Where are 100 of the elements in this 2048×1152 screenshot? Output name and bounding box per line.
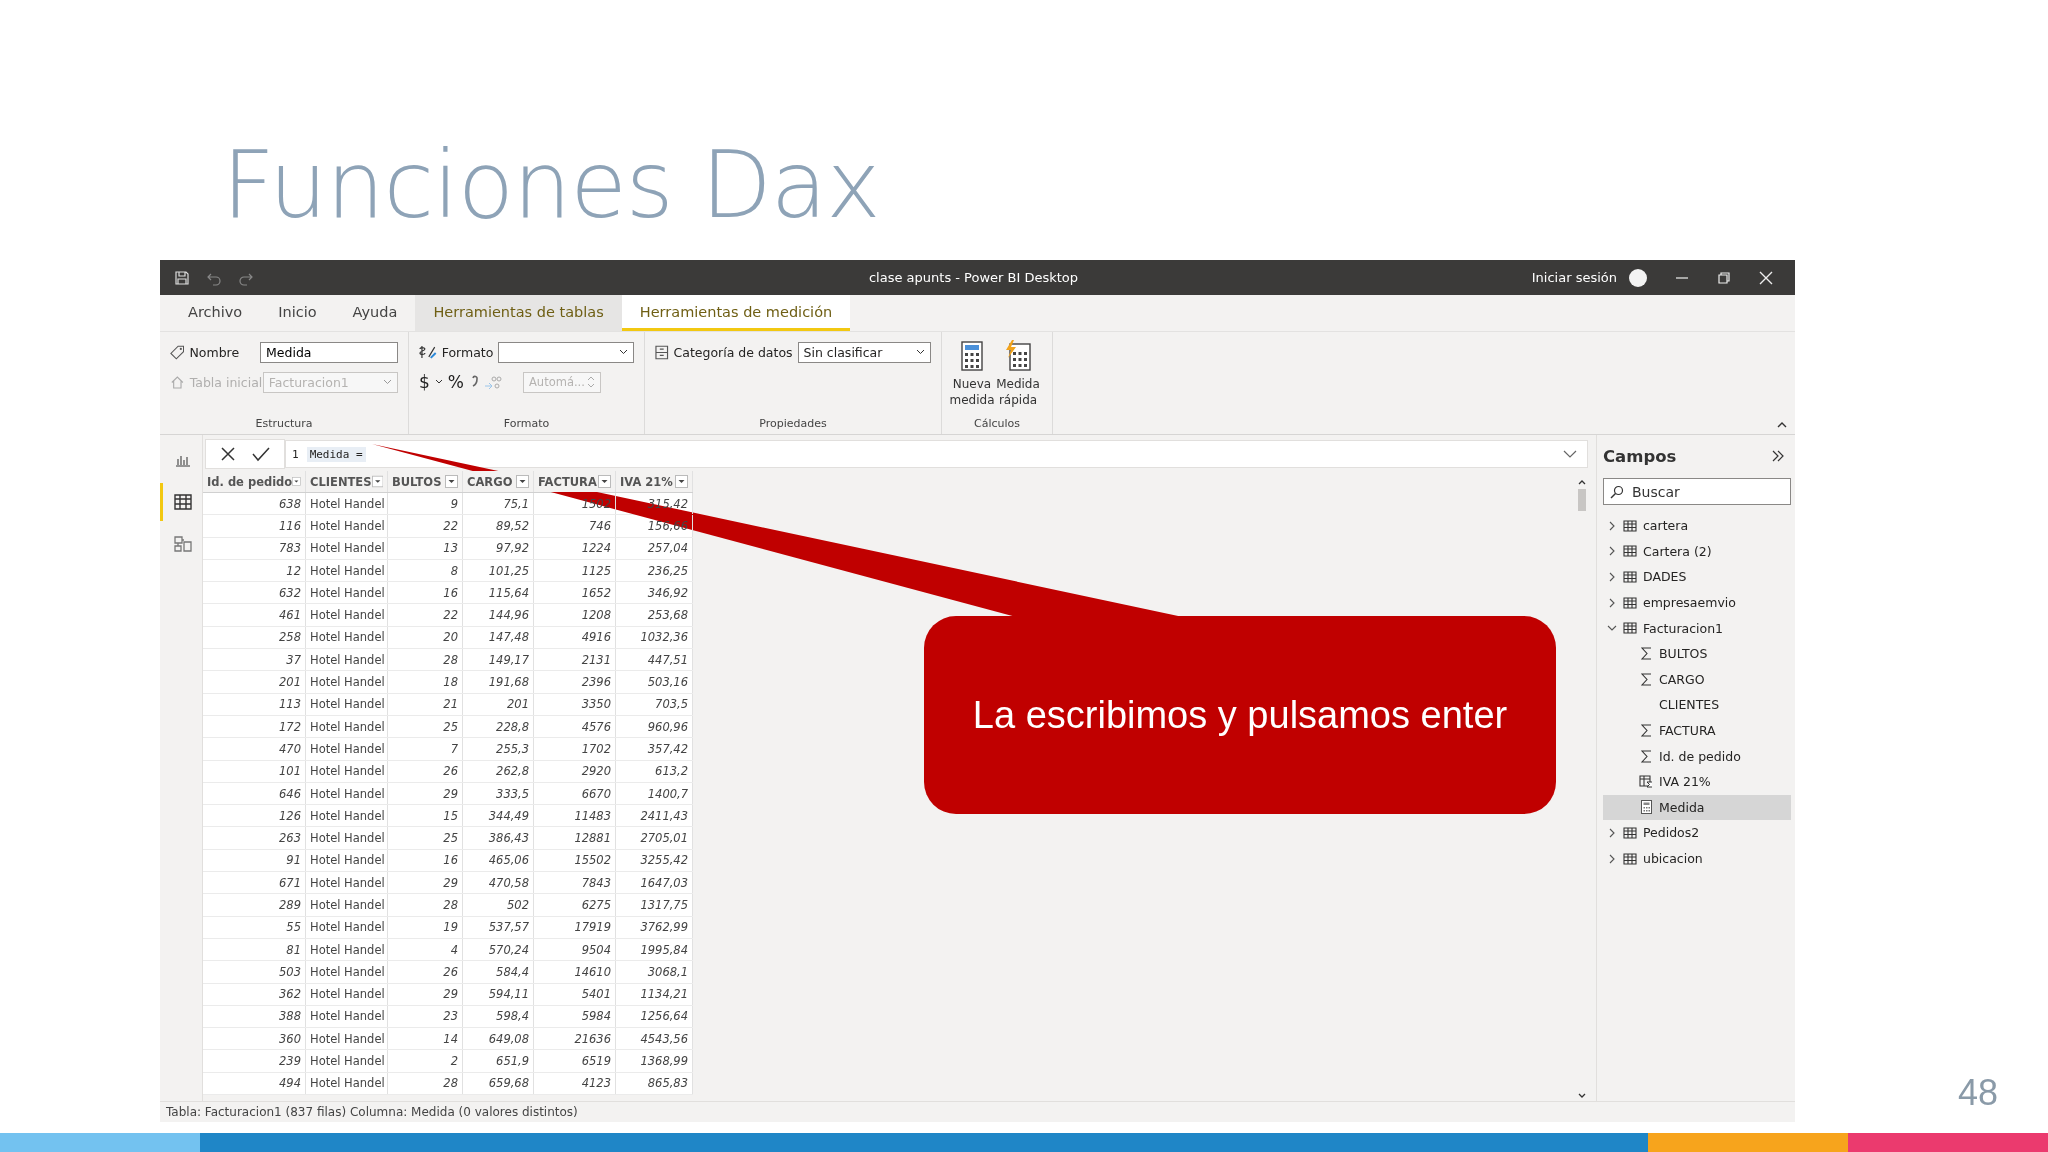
table-cell: 362	[203, 983, 306, 1005]
field-item[interactable]: BULTOS	[1603, 640, 1791, 667]
ribbon-tab[interactable]: Herramientas de medición	[621, 295, 851, 331]
field-item[interactable]: IVA 21%	[1603, 768, 1791, 795]
table-cell: 503,16	[616, 671, 693, 693]
close-icon[interactable]	[1759, 270, 1773, 285]
quick-measure-button[interactable]: Medida rápida	[998, 340, 1038, 417]
filter-dropdown-icon[interactable]	[371, 475, 383, 488]
table-cell: 1995,84	[616, 938, 693, 961]
table-cell: 113	[203, 693, 306, 715]
filter-dropdown-icon[interactable]	[675, 475, 688, 488]
table-cell: 18	[388, 671, 463, 693]
table-item[interactable]: DADES	[1603, 564, 1791, 590]
collapsed-chevron-icon[interactable]	[1607, 546, 1617, 557]
table-item[interactable]: ubicacion	[1603, 845, 1791, 872]
table-item[interactable]: cartera	[1603, 513, 1791, 539]
avatar-icon[interactable]	[1629, 268, 1647, 287]
table-cell: 649,08	[463, 1028, 534, 1050]
table-cell: 144,96	[463, 604, 534, 626]
collapse-ribbon-icon[interactable]	[1777, 421, 1787, 428]
window-title: clase apunts - Power BI Desktop	[867, 270, 1080, 285]
table-cell: 646	[203, 782, 306, 805]
ribbon-tab[interactable]: Archivo	[170, 295, 261, 331]
filter-dropdown-icon[interactable]	[598, 475, 611, 488]
table-cell: Hotel Handel	[306, 738, 388, 760]
column-header[interactable]: FACTURA	[534, 471, 616, 492]
formula-text: Medida =	[306, 446, 366, 462]
table-item[interactable]: Cartera (2)	[1603, 538, 1791, 565]
table-cell: 115,64	[463, 582, 534, 604]
table-cell: 3762,99	[616, 916, 693, 938]
collapse-pane-icon[interactable]	[1771, 449, 1785, 463]
save-icon[interactable]	[174, 269, 190, 286]
calculated-column-icon	[1639, 775, 1653, 789]
table-item[interactable]: Pedidos2	[1603, 820, 1791, 846]
table-cell: 101,25	[463, 559, 534, 582]
new-measure-button[interactable]: Nueva medida	[952, 340, 992, 417]
field-item[interactable]: CLIENTES	[1603, 692, 1791, 718]
table-cell: 116	[203, 515, 306, 537]
table-cell: 7	[388, 738, 463, 760]
category-dropdown[interactable]: Sin clasificar	[797, 341, 931, 363]
expand-chevron-icon[interactable]	[1563, 450, 1577, 458]
field-item[interactable]: Id. de pedido	[1603, 743, 1791, 769]
table-cell: 19	[388, 916, 463, 938]
table-cell: 6519	[534, 1050, 616, 1072]
field-item[interactable]: Medida	[1603, 794, 1791, 821]
table-item[interactable]: Facturacion1	[1603, 615, 1791, 641]
table-cell: Hotel Handel	[306, 1005, 388, 1028]
table-cell: 21636	[534, 1028, 616, 1050]
field-item[interactable]: FACTURA	[1603, 717, 1791, 744]
percent-button[interactable]: %	[447, 372, 464, 392]
table-icon	[1623, 596, 1637, 609]
formula-field[interactable]: 1 Medida =	[285, 440, 1588, 468]
ribbon-tab[interactable]: Inicio	[260, 295, 335, 331]
caret-icon	[383, 379, 392, 385]
format-dropdown[interactable]	[498, 341, 634, 363]
table-cell: 638	[203, 493, 306, 515]
search-field[interactable]: Buscar	[1603, 478, 1791, 505]
filter-dropdown-icon[interactable]	[445, 475, 458, 488]
filter-dropdown-icon[interactable]	[516, 475, 529, 488]
restore-icon[interactable]	[1717, 270, 1731, 285]
collapsed-chevron-icon[interactable]	[1607, 572, 1617, 582]
scroll-up-icon[interactable]	[1578, 479, 1586, 485]
table-item[interactable]: empresaemvio	[1603, 589, 1791, 616]
table-cell: 461	[203, 604, 306, 626]
currency-button[interactable]: $	[419, 372, 430, 392]
name-field[interactable]: Medida	[260, 341, 398, 363]
ribbon-tab[interactable]: Herramientas de tablas	[415, 295, 622, 331]
table-cell: 236,25	[616, 559, 693, 582]
collapsed-chevron-icon[interactable]	[1607, 827, 1617, 838]
field-item[interactable]: CARGO	[1603, 666, 1791, 693]
collapsed-chevron-icon[interactable]	[1607, 853, 1617, 864]
commit-check-icon[interactable]	[252, 446, 270, 462]
table-cell: 346,92	[616, 582, 693, 604]
table-cell: 470	[203, 738, 306, 760]
table-cell: 191,68	[463, 671, 534, 693]
scroll-down-icon[interactable]	[1578, 1093, 1586, 1099]
collapsed-chevron-icon[interactable]	[1607, 597, 1617, 608]
table-cell: 257,04	[616, 537, 693, 559]
scrollbar-thumb[interactable]	[1578, 489, 1586, 511]
table-cell: 465,06	[463, 849, 534, 872]
table-cell: 1125	[534, 559, 616, 582]
table-cell: 16	[388, 849, 463, 872]
caret-icon[interactable]	[434, 379, 443, 385]
collapsed-chevron-icon[interactable]	[1607, 520, 1617, 531]
item-label: Pedidos2	[1643, 825, 1700, 841]
table-cell: 651,9	[463, 1050, 534, 1072]
cancel-icon[interactable]	[220, 446, 236, 462]
item-label: DADES	[1643, 569, 1687, 585]
table-cell: 28	[388, 894, 463, 916]
comma-icon[interactable]	[469, 375, 479, 389]
slide-title: Funciones Dax	[222, 140, 880, 232]
table-cell: Hotel Handel	[306, 894, 388, 916]
caret-icon	[619, 349, 628, 355]
table-cell: 357,42	[616, 738, 693, 760]
ribbon-tab[interactable]: Ayuda	[334, 295, 416, 331]
table-cell: 1317,75	[616, 894, 693, 916]
table-cell: 12881	[534, 827, 616, 849]
table-cell: 91	[203, 849, 306, 872]
home-icon	[170, 374, 185, 390]
sign-in-button[interactable]: Iniciar sesión	[1531, 270, 1617, 285]
